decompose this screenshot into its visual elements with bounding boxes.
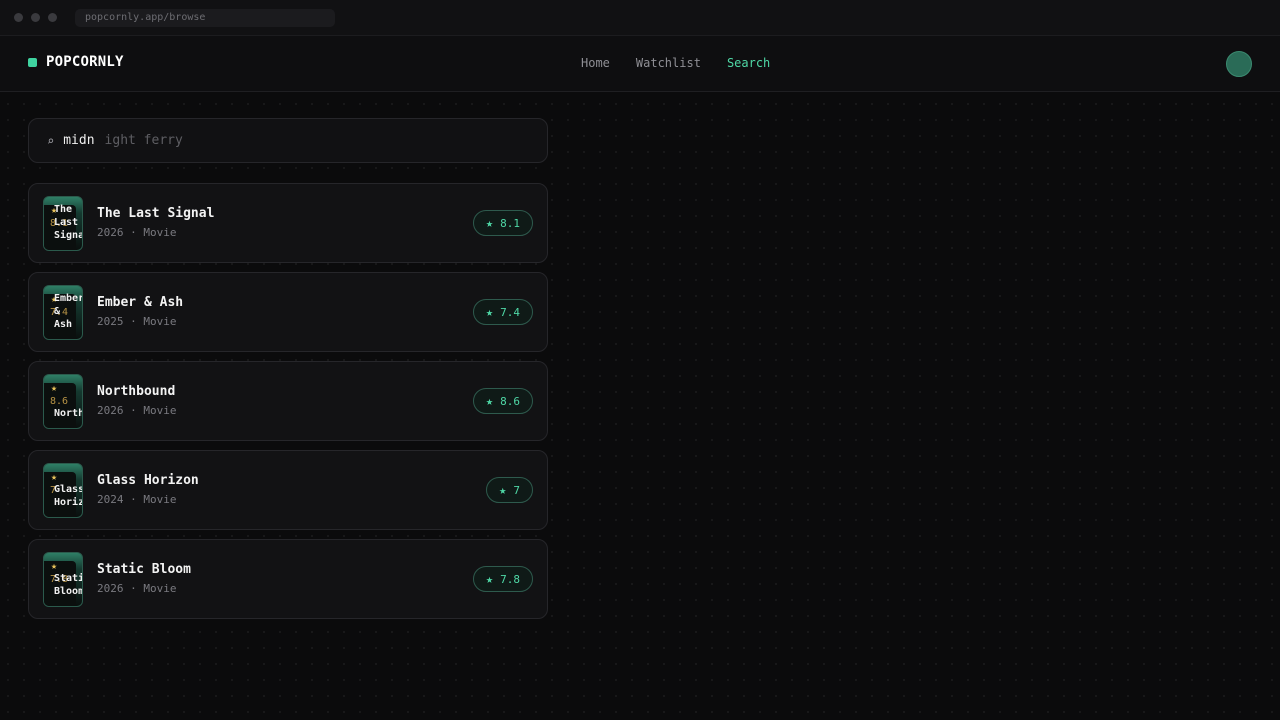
star-icon: ★: [499, 483, 507, 497]
star-icon: ★: [485, 216, 494, 230]
result-meta: 2025 · Movie: [97, 315, 177, 328]
search-page: ⌕ midn ight ferry ★ 8.1 The Last Signal …: [28, 118, 548, 628]
result-title: Northbound: [97, 384, 176, 399]
main-nav: Home Watchlist Search: [581, 56, 796, 70]
app-header: POPCORNLY Home Watchlist Search: [0, 36, 1280, 92]
results-list: ★ 8.1 The Last Signal The Last Signal 20…: [28, 183, 548, 619]
rating-badge: ★ 8.6: [472, 388, 533, 414]
result-title: Glass Horizon: [97, 473, 199, 488]
search-icon: ⌕: [47, 133, 55, 148]
rating-badge: ★ 7: [486, 477, 533, 503]
result-title: The Last Signal: [97, 206, 215, 221]
result-meta: 2026 · Movie: [97, 404, 177, 417]
rating-value: 8.6: [500, 394, 520, 408]
avatar[interactable]: [1226, 51, 1252, 77]
poster-title: Northbound: [54, 408, 83, 419]
rating-badge: ★ 8.1: [472, 210, 533, 236]
address-bar[interactable]: popcornly.app/browse: [75, 8, 335, 27]
nav-watchlist[interactable]: Watchlist: [636, 56, 701, 70]
poster-thumbnail: ★ 7.4 Ember & Ash: [43, 285, 83, 340]
result-card[interactable]: ★ 7.8 Static Bloom Static Bloom 2026 · M…: [28, 539, 548, 619]
nav-search[interactable]: Search: [727, 56, 770, 70]
poster-thumbnail: ★ 7.8 Static Bloom: [43, 552, 83, 607]
result-title: Ember & Ash: [97, 295, 184, 310]
search-autocomplete-suggestion: ight ferry: [104, 133, 183, 148]
poster-thumbnail: ★ 7 Glass Horizon: [43, 463, 83, 518]
browser-chrome: popcornly.app/browse: [0, 0, 1280, 36]
poster-title: The Last Signal: [54, 204, 82, 241]
brand-logo[interactable]: POPCORNLY: [28, 54, 124, 70]
nav-home[interactable]: Home: [581, 56, 610, 70]
rating-value: 7.4: [500, 305, 520, 319]
window-minimize-dot[interactable]: [31, 13, 40, 22]
star-icon: ★: [485, 572, 494, 586]
star-icon: ★: [485, 305, 494, 319]
poster-thumbnail: ★ 8.6 Northbound: [43, 374, 83, 429]
rating-value: 8.1: [500, 216, 520, 230]
poster-title: Static Bloom: [54, 573, 83, 597]
poster-title: Ember & Ash: [54, 293, 83, 330]
result-meta: 2026 · Movie: [97, 226, 177, 239]
rating-badge: ★ 7.4: [472, 299, 533, 325]
result-meta: 2024 · Movie: [97, 493, 177, 506]
window-maximize-dot[interactable]: [48, 13, 57, 22]
brand-name: POPCORNLY: [46, 54, 124, 70]
search-input[interactable]: ⌕ midn ight ferry: [28, 118, 548, 163]
poster-thumbnail: ★ 8.1 The Last Signal: [43, 196, 83, 251]
window-close-dot[interactable]: [14, 13, 23, 22]
result-meta: 2026 · Movie: [97, 582, 177, 595]
star-icon: ★: [485, 394, 494, 408]
result-card[interactable]: ★ 8.6 Northbound Northbound 2026 · Movie…: [28, 361, 548, 441]
result-card[interactable]: ★ 7 Glass Horizon Glass Horizon 2024 · M…: [28, 450, 548, 530]
result-card[interactable]: ★ 8.1 The Last Signal The Last Signal 20…: [28, 183, 548, 263]
poster-title: Glass Horizon: [54, 484, 83, 508]
rating-badge: ★ 7.8: [472, 566, 533, 592]
result-card[interactable]: ★ 7.4 Ember & Ash Ember & Ash 2025 · Mov…: [28, 272, 548, 352]
search-typed-text: midn: [63, 133, 95, 148]
brand-dot-icon: [28, 57, 37, 67]
rating-value: 7.8: [500, 572, 520, 586]
rating-value: 7: [513, 483, 520, 497]
result-title: Static Bloom: [97, 562, 191, 577]
